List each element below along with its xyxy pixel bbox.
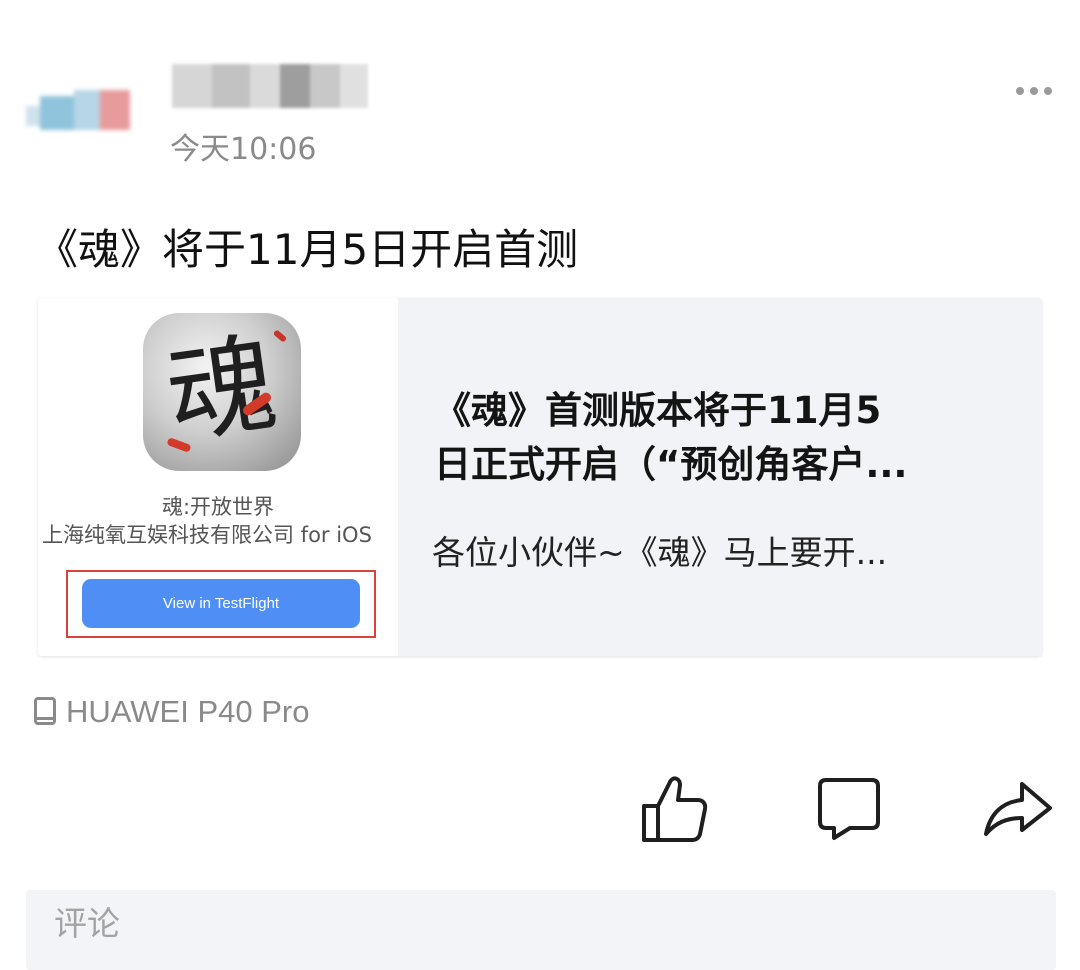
post-title: 《魂》将于11月5日开启首测 <box>36 225 579 274</box>
card-title: 《魂》首测版本将于11月5 日正式开启（“预创角客户... <box>434 389 908 486</box>
app-publisher: 上海纯氧互娱科技有限公司 for iOS <box>42 523 372 547</box>
more-dot-icon <box>1016 87 1024 95</box>
like-button[interactable] <box>636 770 712 846</box>
post-timestamp: 今天10:06 <box>170 132 317 167</box>
card-description: 各位小伙伴~《魂》马上要开... <box>432 533 888 572</box>
more-dot-icon <box>1044 87 1052 95</box>
share-button[interactable] <box>980 770 1056 846</box>
card-thumbnail: 魂 魂:开放世界 上海纯氧互娱科技有限公司 for iOS View in Te… <box>38 298 398 656</box>
device-info: HUAWEI P40 Pro <box>34 692 309 732</box>
comment-icon <box>818 778 880 840</box>
link-preview-card[interactable]: 魂 魂:开放世界 上海纯氧互娱科技有限公司 for iOS View in Te… <box>38 298 1042 656</box>
app-icon: 魂 <box>143 313 301 471</box>
comment-placeholder: 评论 <box>54 904 120 943</box>
app-name: 魂:开放世界 <box>161 495 275 519</box>
thumb-up-icon <box>642 776 708 842</box>
username-blurred[interactable] <box>172 64 368 108</box>
comment-input[interactable]: 评论 <box>26 890 1056 970</box>
more-dot-icon <box>1030 87 1038 95</box>
tablet-icon <box>34 697 58 727</box>
device-name: HUAWEI P40 Pro <box>66 694 310 729</box>
share-icon <box>984 782 1052 836</box>
more-options-button[interactable] <box>1016 78 1060 104</box>
view-in-testflight-button[interactable]: View in TestFlight <box>82 579 360 628</box>
comment-button[interactable] <box>810 770 886 846</box>
user-avatar[interactable] <box>26 82 146 148</box>
